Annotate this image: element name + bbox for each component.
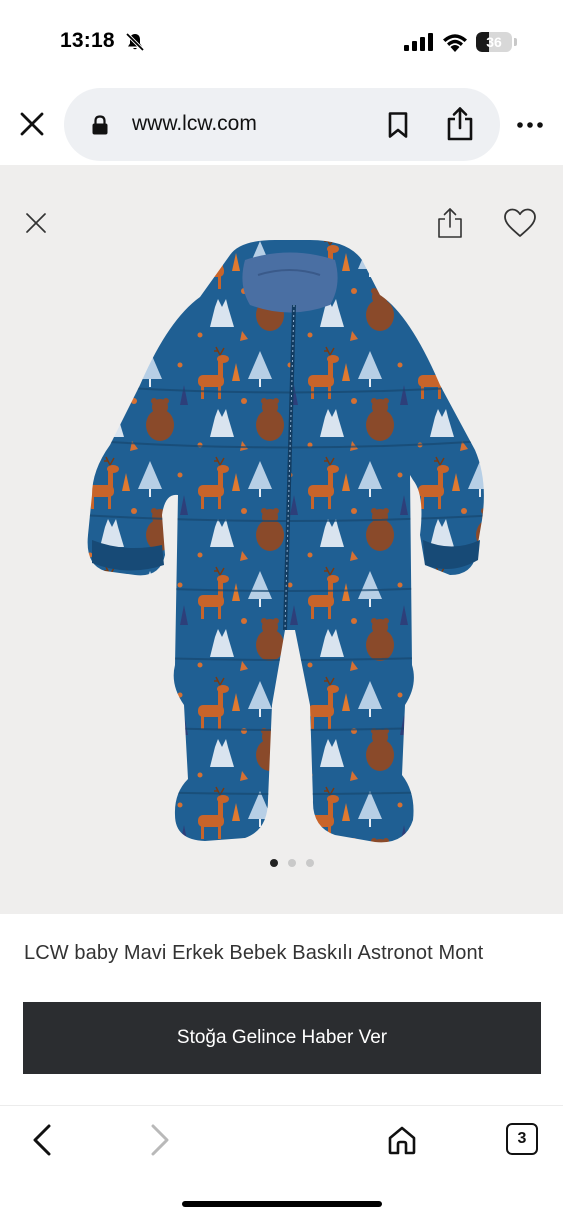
- close-icon[interactable]: [14, 106, 50, 142]
- product-title: LCW baby Mavi Erkek Bebek Baskılı Astron…: [24, 942, 484, 964]
- tab-count: 3: [517, 1130, 527, 1147]
- carousel-dots[interactable]: [0, 859, 563, 871]
- browser-toolbar: 3: [0, 1105, 563, 1219]
- forward-icon[interactable]: [142, 1120, 178, 1160]
- browser-address-bar: www.lcw.com: [0, 84, 563, 164]
- home-indicator[interactable]: [182, 1201, 382, 1207]
- share-icon[interactable]: [442, 104, 478, 144]
- notify-when-in-stock-button[interactable]: Stoğa Gelince Haber Ver: [23, 1002, 541, 1074]
- product-image[interactable]: [80, 235, 500, 855]
- home-icon[interactable]: [382, 1120, 422, 1160]
- lock-icon: [91, 114, 109, 136]
- status-bar: 13:18 36: [0, 0, 563, 80]
- battery-icon: 36: [476, 32, 518, 52]
- product-gallery[interactable]: [0, 165, 563, 914]
- bookmark-icon[interactable]: [382, 108, 414, 142]
- back-icon[interactable]: [24, 1120, 60, 1160]
- battery-level: 36: [486, 34, 502, 50]
- bell-slash-icon: [124, 31, 146, 53]
- carousel-dot[interactable]: [305, 859, 314, 867]
- url-text: www.lcw.com: [132, 112, 257, 135]
- close-icon[interactable]: [18, 205, 54, 241]
- carousel-dot[interactable]: [269, 859, 278, 867]
- more-icon[interactable]: [510, 110, 550, 140]
- url-field[interactable]: www.lcw.com: [64, 88, 500, 161]
- carousel-dot[interactable]: [287, 859, 296, 867]
- tabs-icon[interactable]: 3: [506, 1123, 538, 1155]
- heart-icon[interactable]: [498, 203, 542, 243]
- signal-icon: [404, 33, 434, 51]
- wifi-icon: [441, 31, 469, 53]
- status-time: 13:18: [60, 29, 115, 52]
